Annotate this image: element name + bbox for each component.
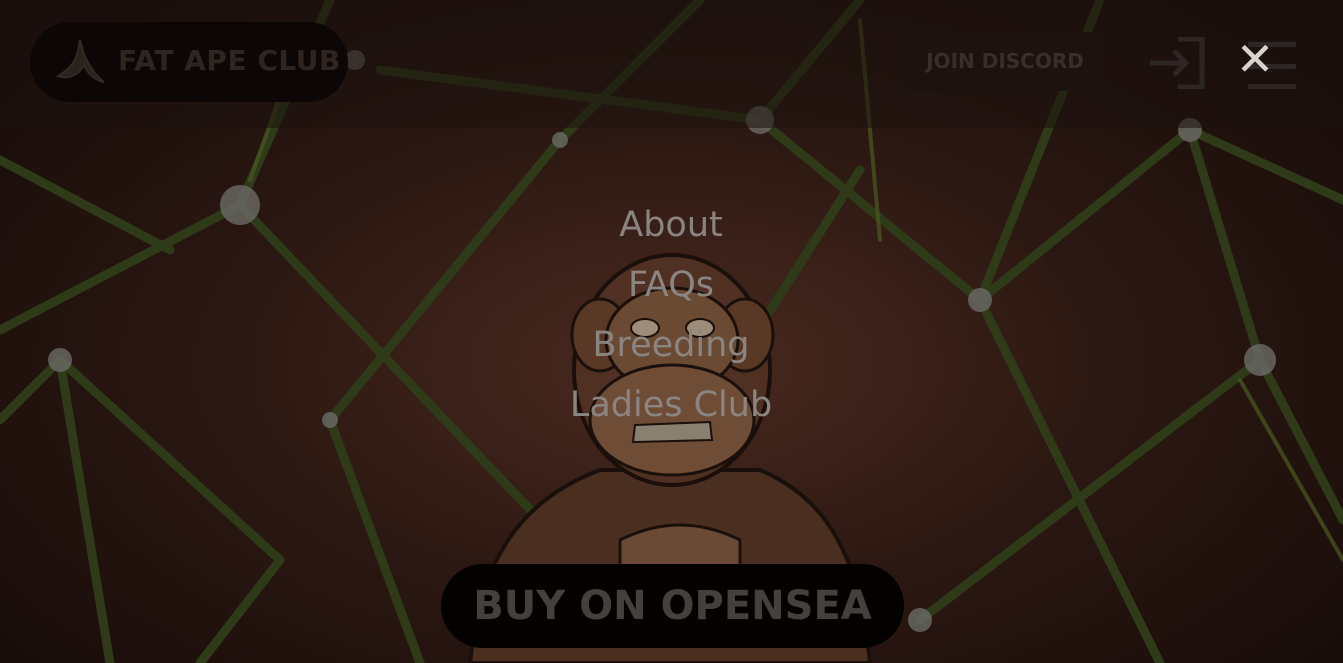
logo-pill[interactable]: FAT APE CLUB (30, 22, 348, 102)
overlay-nav-menu: About FAQs Breeding Ladies Club (471, 195, 871, 435)
nav-link-faqs[interactable]: FAQs (628, 255, 714, 315)
nav-link-about[interactable]: About (619, 195, 722, 255)
join-discord-button[interactable]: JOIN DISCORD (910, 32, 1100, 91)
login-arrow-icon[interactable] (1146, 37, 1206, 89)
close-icon[interactable]: ✕ (1232, 34, 1278, 84)
banana-icon (55, 39, 105, 83)
nav-link-breeding[interactable]: Breeding (592, 315, 749, 375)
site-header: FAT APE CLUB JOIN DISCORD ✕ (0, 0, 1343, 128)
buy-on-opensea-button[interactable]: BUY ON OPENSEA (441, 564, 904, 648)
nav-link-ladies-club[interactable]: Ladies Club (570, 375, 772, 435)
logo-text: FAT APE CLUB (118, 44, 341, 77)
